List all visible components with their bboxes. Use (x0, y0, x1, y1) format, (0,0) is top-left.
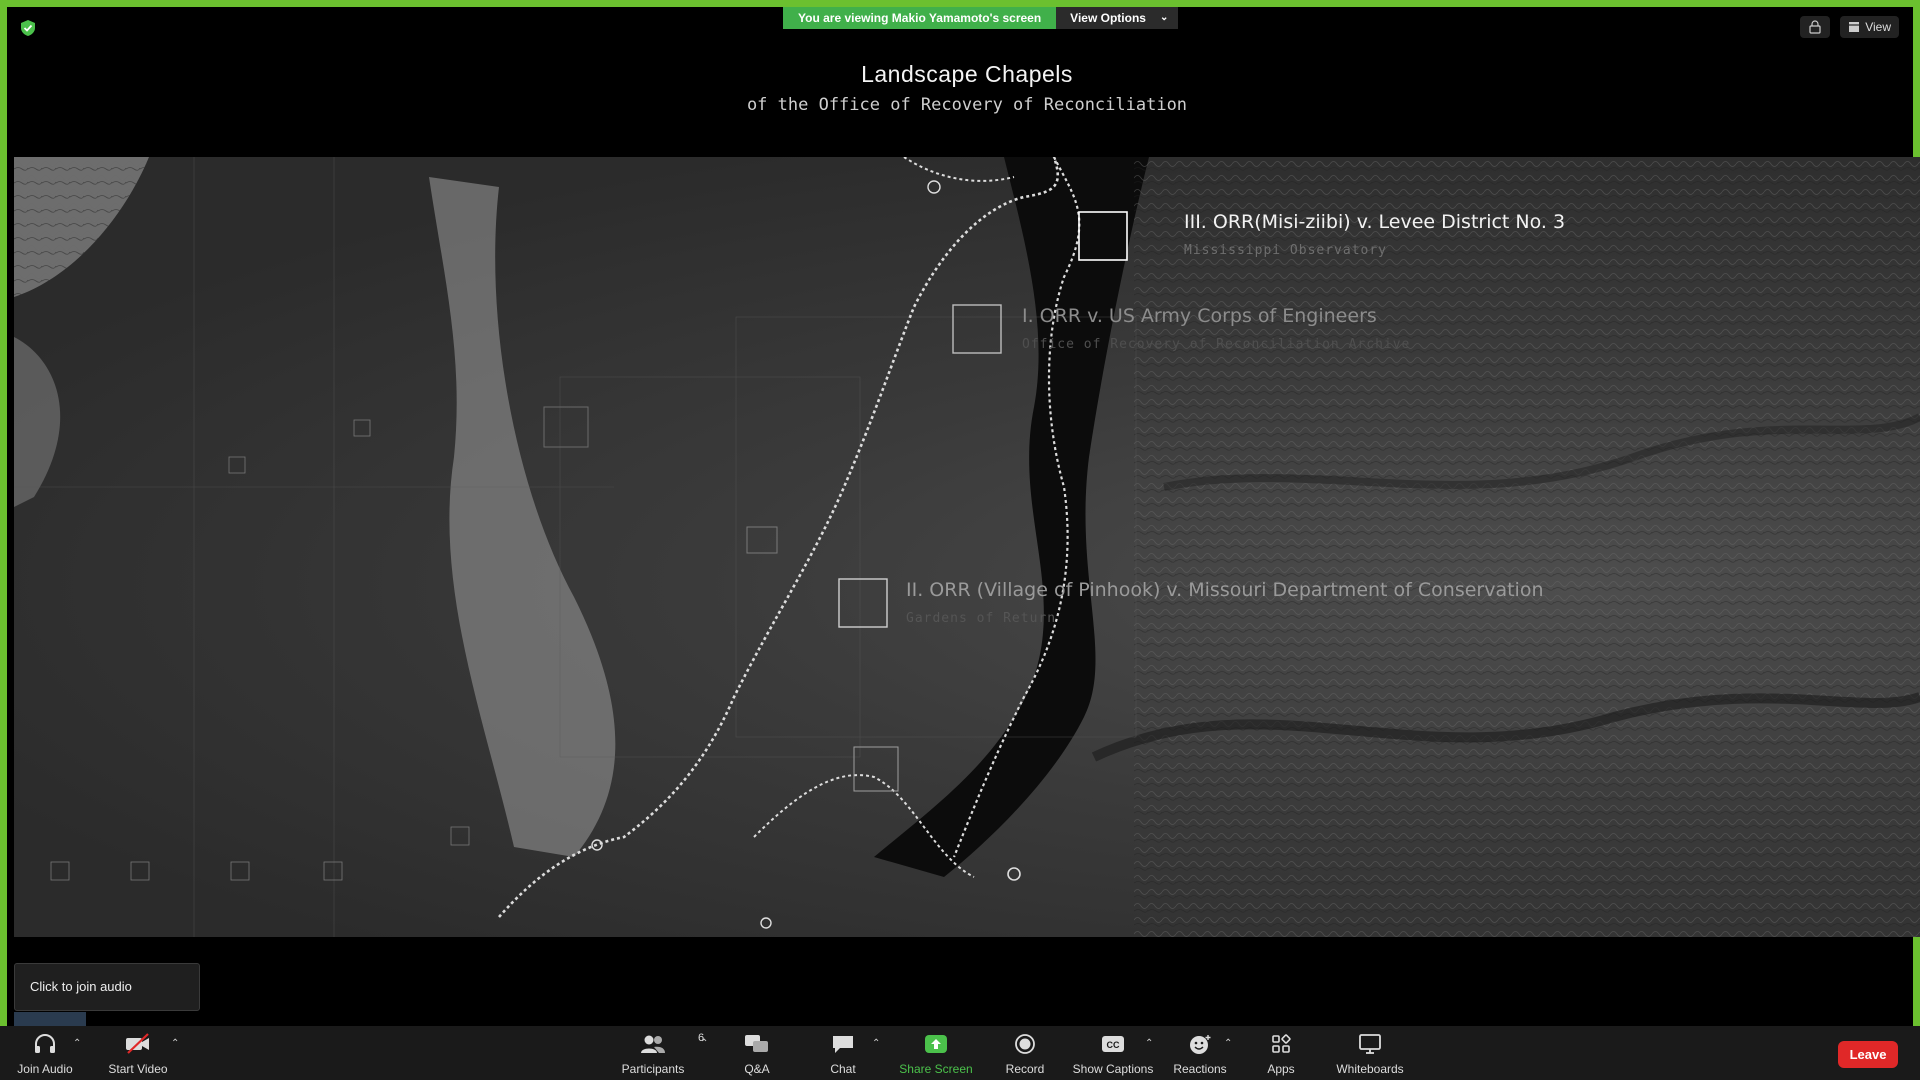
slide-subtitle: of the Office of Recovery of Reconciliat… (746, 95, 1188, 115)
svg-text:CC: CC (1107, 1040, 1120, 1050)
viewing-banner-text: You are viewing Makio Yamamoto's screen (783, 7, 1057, 29)
show-captions-label: Show Captions (1072, 1062, 1154, 1076)
headphones-icon (35, 1034, 55, 1053)
record-label: Record (1005, 1062, 1045, 1076)
lock-icon (1809, 20, 1821, 34)
chat-bubble-icon (833, 1036, 853, 1053)
site-label-ii: II. ORR (Village of Pinhook) v. Missouri… (906, 579, 1544, 626)
smiley-icon (1190, 1035, 1211, 1054)
share-screen-label: Share Screen (899, 1062, 973, 1076)
shared-screen-frame: You are viewing Makio Yamamoto's screen … (0, 0, 1920, 1026)
video-off-icon (126, 1033, 149, 1054)
reactions-caret-icon[interactable]: ⌃ (1224, 1038, 1232, 1049)
grid-view-icon (1849, 22, 1860, 32)
top-right-controls: View (1800, 16, 1899, 38)
view-button[interactable]: View (1840, 16, 1899, 38)
join-audio-popup-text: Click to join audio (30, 979, 132, 994)
record-icon (1015, 1034, 1035, 1054)
site-title: I. ORR v. US Army Corps of Engineers (1022, 305, 1377, 327)
participants-caret-icon[interactable]: ⌃ (700, 1038, 708, 1049)
viewing-banner: You are viewing Makio Yamamoto's screen … (783, 7, 1179, 29)
site-label-i: I. ORR v. US Army Corps of Engineers Off… (1022, 305, 1410, 352)
whiteboard-icon (1359, 1034, 1381, 1054)
slide-title: Landscape Chapels (861, 61, 1073, 87)
qa-button[interactable]: Q&A (712, 1030, 802, 1076)
view-options-button[interactable]: View Options ⌄ (1056, 7, 1179, 29)
view-button-label: View (1865, 20, 1891, 34)
captions-caret-icon[interactable]: ⌃ (1145, 1038, 1153, 1049)
join-audio-popup[interactable]: Click to join audio (14, 963, 200, 1011)
participants-label: Participants (621, 1062, 685, 1076)
audio-options-caret-icon[interactable]: ⌃ (73, 1038, 81, 1049)
site-title: II. ORR (Village of Pinhook) v. Missouri… (906, 579, 1544, 601)
terrain-map-graphic (14, 157, 1920, 937)
qa-icon (745, 1035, 768, 1052)
apps-icon (1272, 1034, 1291, 1053)
chat-caret-icon[interactable]: ⌃ (872, 1038, 880, 1049)
site-subtitle: Office of Recovery of Reconciliation Arc… (1022, 337, 1411, 352)
meeting-toolbar: Join Audio ⌃ Start Video ⌃ 6 Participant… (0, 1026, 1920, 1080)
record-button[interactable]: Record (980, 1030, 1070, 1076)
start-video-button[interactable]: Start Video (93, 1030, 183, 1076)
site-label-iii: III. ORR(Misi-ziibi) v. Levee District N… (1184, 211, 1565, 258)
self-video-thumbnail[interactable] (14, 1012, 86, 1026)
start-video-label: Start Video (108, 1062, 168, 1076)
show-captions-button[interactable]: CC Show Captions (1068, 1030, 1158, 1076)
site-title: III. ORR(Misi-ziibi) v. Levee District N… (1184, 211, 1566, 233)
leave-button[interactable]: Leave (1838, 1041, 1898, 1068)
site-subtitle: Gardens of Return (906, 611, 1057, 626)
share-screen-icon (925, 1035, 947, 1053)
chat-label: Chat (830, 1062, 856, 1076)
join-audio-button[interactable]: Join Audio (0, 1030, 90, 1076)
chat-button[interactable]: Chat (798, 1030, 888, 1076)
whiteboards-label: Whiteboards (1336, 1062, 1404, 1076)
chevron-down-icon: ⌄ (1159, 12, 1169, 23)
site-subtitle: Mississippi Observatory (1184, 243, 1388, 258)
apps-label: Apps (1267, 1062, 1295, 1076)
reactions-label: Reactions (1173, 1062, 1227, 1076)
reactions-button[interactable]: Reactions (1155, 1030, 1245, 1076)
qa-label: Q&A (744, 1062, 770, 1076)
landscape-map: III. ORR(Misi-ziibi) v. Levee District N… (14, 157, 1920, 937)
shield-icon[interactable] (19, 19, 37, 37)
whiteboards-button[interactable]: Whiteboards (1325, 1030, 1415, 1076)
video-options-caret-icon[interactable]: ⌃ (171, 1038, 179, 1049)
apps-button[interactable]: Apps (1236, 1030, 1326, 1076)
closed-captions-icon: CC (1102, 1036, 1124, 1052)
participants-icon (641, 1035, 665, 1053)
join-audio-label: Join Audio (17, 1062, 73, 1076)
participants-button[interactable]: 6 Participants (608, 1030, 704, 1076)
view-options-label: View Options (1070, 11, 1146, 25)
share-screen-button[interactable]: Share Screen (891, 1030, 981, 1076)
immersive-lock-button[interactable] (1800, 16, 1831, 38)
